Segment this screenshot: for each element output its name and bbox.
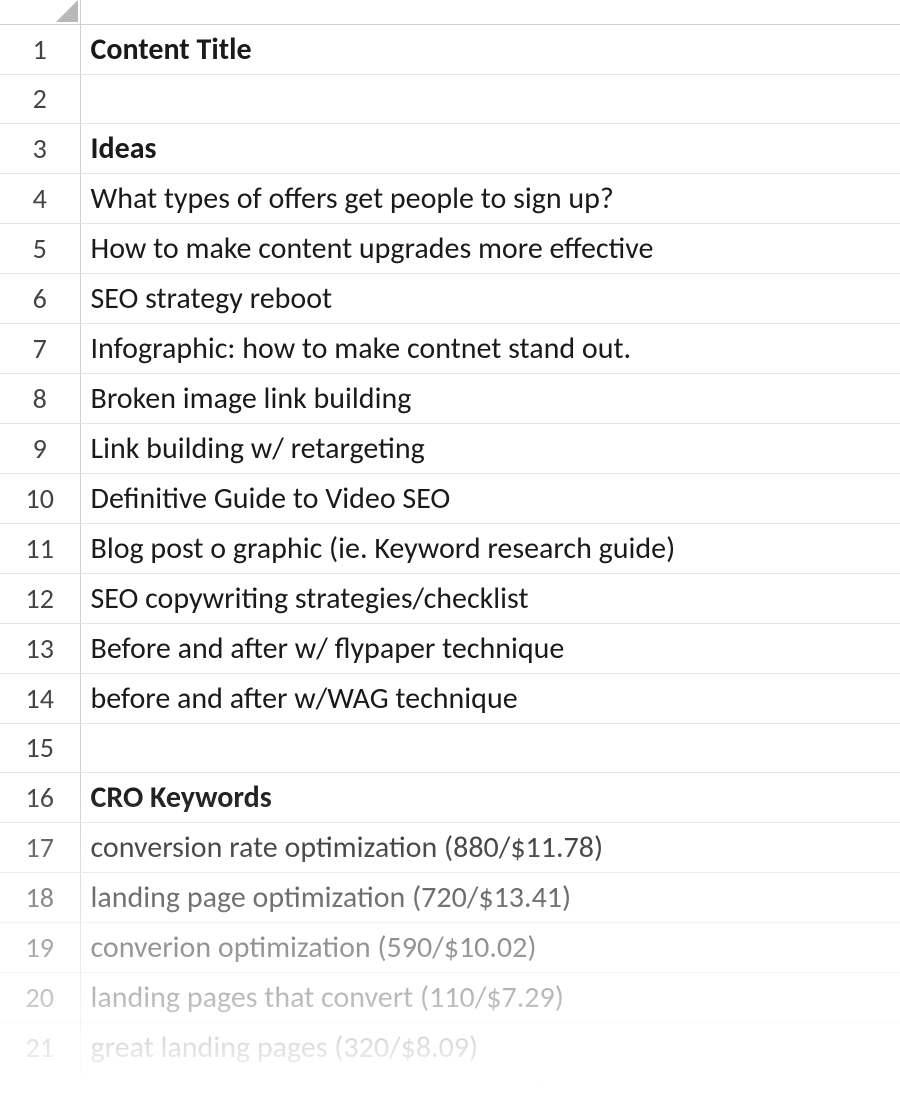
cell[interactable]: converion optimization (590/$10.02)	[80, 922, 900, 972]
cell[interactable]: Before and after w/ flypaper technique	[80, 623, 900, 673]
table-row: 1Content Title	[0, 24, 900, 74]
row-number[interactable]: 8	[0, 373, 80, 423]
cell[interactable]: Ideas	[80, 123, 900, 173]
table-row: 16CRO Keywords	[0, 772, 900, 822]
table-row: 17conversion rate optimization (880/$11.…	[0, 822, 900, 872]
table-row: 20landing pages that convert (110/$7.29)	[0, 972, 900, 1022]
table-row: 2	[0, 74, 900, 123]
table-row: 14before and after w/WAG technique	[0, 673, 900, 723]
table-row: 3Ideas	[0, 123, 900, 173]
row-number[interactable]: 16	[0, 772, 80, 822]
table-row: 12SEO copywriting strategies/checklist	[0, 573, 900, 623]
table-row: 19converion optimization (590/$10.02)	[0, 922, 900, 972]
cell[interactable]: SEO copywriting strategies/checklist	[80, 573, 900, 623]
cell[interactable]: conversion rate optimization (880/$11.78…	[80, 822, 900, 872]
row-number[interactable]: 15	[0, 723, 80, 772]
row-number[interactable]: 20	[0, 972, 80, 1022]
table-row: 21great landing pages (320/$8.09)	[0, 1022, 900, 1072]
cell[interactable]: before and after w/WAG technique	[80, 673, 900, 723]
table-row: 15	[0, 723, 900, 772]
cell[interactable]: CRO Keywords	[80, 772, 900, 822]
row-number[interactable]: 7	[0, 323, 80, 373]
table-row: 8Broken image link building	[0, 373, 900, 423]
table-row: 18landing page optimization (720/$13.41)	[0, 872, 900, 922]
header-row	[0, 0, 900, 24]
cell[interactable]: Infographic: how to make contnet stand o…	[80, 323, 900, 373]
column-header-B[interactable]	[80, 0, 900, 24]
row-number[interactable]: 11	[0, 523, 80, 573]
row-number[interactable]: 19	[0, 922, 80, 972]
cell[interactable]	[80, 74, 900, 123]
table-row: 4What types of offers get people to sign…	[0, 173, 900, 223]
row-number[interactable]: 17	[0, 822, 80, 872]
table-row: 10Definitive Guide to Video SEO	[0, 473, 900, 523]
row-number[interactable]: 3	[0, 123, 80, 173]
table-row: 22website conversion rate (140/$15.54)	[0, 1072, 900, 1105]
table-row: 9Link building w/ retargeting	[0, 423, 900, 473]
table-row: 11Blog post o graphic (ie. Keyword resea…	[0, 523, 900, 573]
cell[interactable]: Content Title	[80, 24, 900, 74]
row-number[interactable]: 9	[0, 423, 80, 473]
cell[interactable]: landing page optimization (720/$13.41)	[80, 872, 900, 922]
cell[interactable]: What types of offers get people to sign …	[80, 173, 900, 223]
row-number[interactable]: 6	[0, 273, 80, 323]
cell[interactable]: great landing pages (320/$8.09)	[80, 1022, 900, 1072]
spreadsheet-grid[interactable]: 1Content Title23Ideas4What types of offe…	[0, 0, 900, 1105]
row-number[interactable]: 1	[0, 24, 80, 74]
row-number[interactable]: 12	[0, 573, 80, 623]
select-all-corner[interactable]	[0, 0, 80, 24]
cell[interactable]: Link building w/ retargeting	[80, 423, 900, 473]
row-number[interactable]: 18	[0, 872, 80, 922]
cell[interactable]: website conversion rate (140/$15.54)	[80, 1072, 900, 1105]
table-row: 6SEO strategy reboot	[0, 273, 900, 323]
row-number[interactable]: 21	[0, 1022, 80, 1072]
select-all-triangle-icon	[56, 0, 78, 22]
row-number[interactable]: 14	[0, 673, 80, 723]
cell[interactable]: SEO strategy reboot	[80, 273, 900, 323]
table-row: 13Before and after w/ flypaper technique	[0, 623, 900, 673]
row-number[interactable]: 22	[0, 1072, 80, 1105]
row-number[interactable]: 2	[0, 74, 80, 123]
cell[interactable]: landing pages that convert (110/$7.29)	[80, 972, 900, 1022]
cell[interactable]	[80, 723, 900, 772]
cell[interactable]: Broken image link building	[80, 373, 900, 423]
row-number[interactable]: 13	[0, 623, 80, 673]
row-number[interactable]: 10	[0, 473, 80, 523]
row-number[interactable]: 4	[0, 173, 80, 223]
table-row: 5How to make content upgrades more effec…	[0, 223, 900, 273]
row-number[interactable]: 5	[0, 223, 80, 273]
table-row: 7Infographic: how to make contnet stand …	[0, 323, 900, 373]
cell[interactable]: Blog post o graphic (ie. Keyword researc…	[80, 523, 900, 573]
cell[interactable]: Definitive Guide to Video SEO	[80, 473, 900, 523]
cell[interactable]: How to make content upgrades more effect…	[80, 223, 900, 273]
